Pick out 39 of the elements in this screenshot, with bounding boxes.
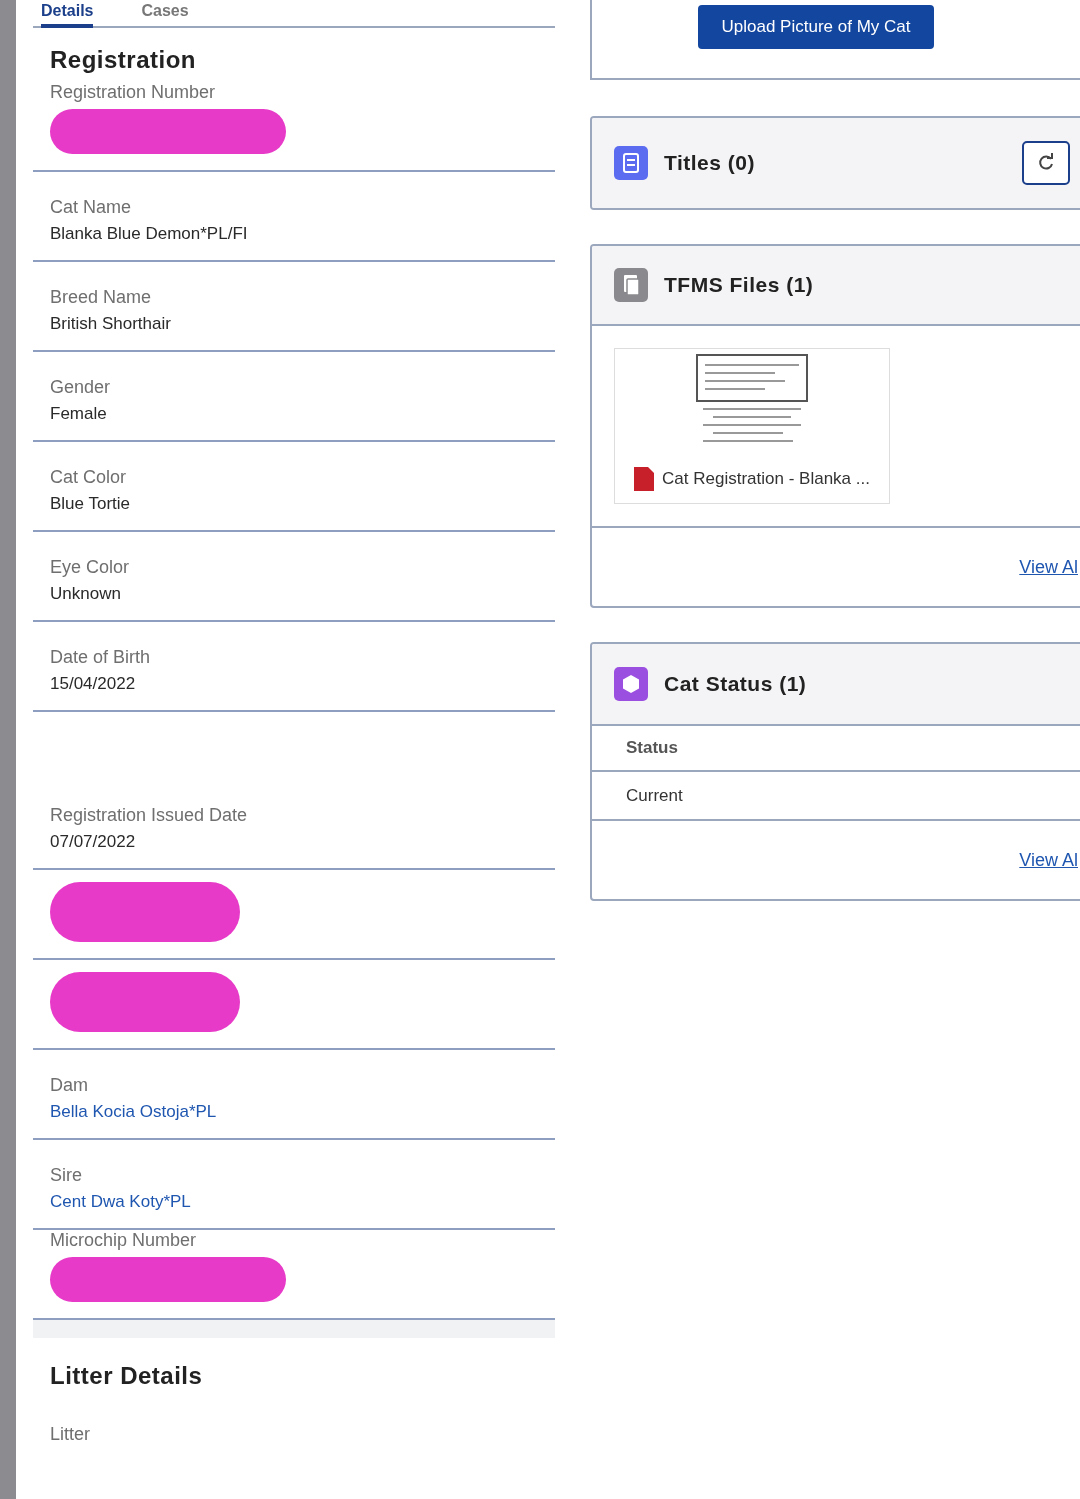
field-label: Registration Issued Date <box>50 805 249 826</box>
field-link[interactable]: Bella Kocia Ostoja*PL <box>50 1102 538 1122</box>
card-title: Titles (0) <box>664 151 756 175</box>
field-value: Blue Tortie <box>50 494 131 514</box>
section-title: Litter Details <box>49 1361 204 1391</box>
upload-button[interactable]: Upload Picture of My Cat <box>697 5 935 49</box>
checklist-icon <box>614 146 648 180</box>
card-title: Cat Status (1) <box>664 672 808 696</box>
field-label: Cat Color <box>50 467 128 488</box>
field-label: Litter <box>50 1424 92 1445</box>
view-all-link[interactable]: View Al <box>1019 849 1078 871</box>
field-value: 15/04/2022 <box>50 674 137 694</box>
section-title: Registration <box>49 45 197 75</box>
field-label: Sire <box>50 1165 83 1186</box>
field-label: Date of Birth <box>50 647 152 668</box>
field-label: Breed Name <box>50 287 153 308</box>
field-label: Cat Name <box>50 197 133 218</box>
tab[interactable]: Cases <box>141 2 189 28</box>
field-label: Dam <box>50 1075 89 1096</box>
refresh-button[interactable] <box>1022 141 1070 185</box>
field-value: Blanka Blue Demon*PL/FI <box>50 224 249 244</box>
refresh-icon <box>1036 153 1056 173</box>
field-link[interactable]: Cent Dwa Koty*PL <box>50 1192 538 1212</box>
field-value: Female <box>50 404 108 424</box>
table-cell: Current <box>592 770 1080 819</box>
pdf-file-icon <box>634 467 655 491</box>
field-label: Gender <box>50 377 112 398</box>
tab[interactable]: Details <box>41 2 94 28</box>
file-tile[interactable]: Cat Registration - Blanka ... <box>614 348 890 504</box>
field-value: 07/07/2022 <box>50 832 137 852</box>
field-label: Eye Color <box>50 557 131 578</box>
field-label: Microchip Number <box>50 1230 198 1251</box>
field-label: Registration Number <box>50 82 217 103</box>
card-title: TFMS Files (1) <box>664 273 815 297</box>
field-value: Unknown <box>50 584 122 604</box>
field-value: British Shorthair <box>50 314 172 334</box>
view-all-link[interactable]: View Al <box>1019 556 1078 578</box>
files-icon <box>614 268 648 302</box>
file-name: Cat Registration - Blanka ... <box>662 469 870 489</box>
